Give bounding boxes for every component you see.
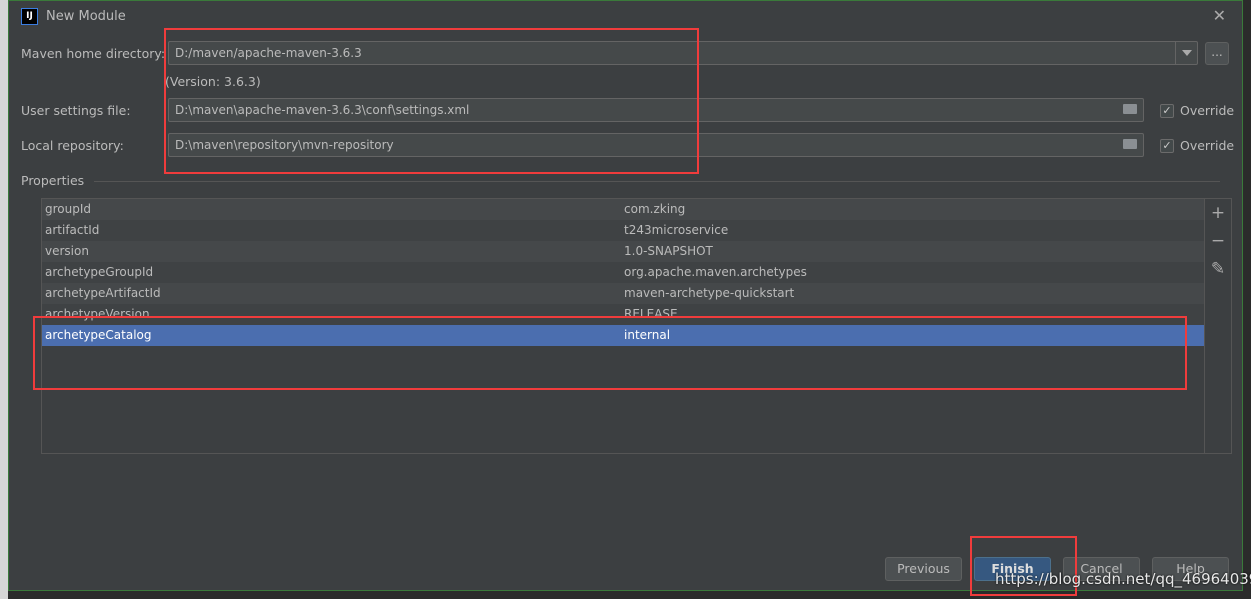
override-label: Override: [1180, 103, 1235, 118]
annotation-box: [164, 28, 699, 174]
property-value: com.zking: [624, 202, 686, 216]
background-window: [0, 0, 8, 599]
annotation-box: [33, 316, 1187, 390]
property-value: maven-archetype-quickstart: [624, 286, 795, 300]
table-row[interactable]: groupId com.zking: [42, 199, 1204, 220]
table-toolbar: + − ✎: [1205, 198, 1232, 454]
edit-icon[interactable]: ✎: [1205, 255, 1231, 283]
add-icon[interactable]: +: [1205, 199, 1231, 227]
table-row[interactable]: archetypeArtifactId maven-archetype-quick…: [42, 283, 1204, 304]
property-key: groupId: [45, 202, 92, 216]
checkbox-checked[interactable]: ✓: [1160, 138, 1174, 153]
previous-button[interactable]: Previous: [885, 557, 962, 581]
dialog-title: New Module: [46, 9, 126, 24]
user-settings-override[interactable]: ✓ Override: [1160, 103, 1234, 118]
property-value: t243microservice: [624, 223, 729, 237]
property-key: archetypeGroupId: [45, 265, 154, 279]
properties-section-label: Properties: [21, 173, 85, 188]
local-repo-override[interactable]: ✓ Override: [1160, 138, 1234, 153]
property-key: archetypeArtifactId: [45, 286, 161, 300]
remove-icon[interactable]: −: [1205, 227, 1231, 255]
folder-icon[interactable]: [1123, 139, 1137, 149]
close-icon[interactable]: ✕: [1213, 6, 1226, 25]
table-row[interactable]: version 1.0-SNAPSHOT: [42, 241, 1204, 262]
table-row[interactable]: archetypeGroupId org.apache.maven.archety…: [42, 262, 1204, 283]
browse-button[interactable]: ...: [1205, 42, 1229, 65]
property-key: version: [45, 244, 89, 258]
background-window-right: [1243, 0, 1251, 599]
user-settings-label: User settings file:: [21, 103, 131, 118]
maven-home-label: Maven home directory:: [21, 46, 166, 61]
property-value: org.apache.maven.archetypes: [624, 265, 807, 279]
intellij-logo-icon: IJ: [21, 8, 38, 25]
divider: [94, 181, 1220, 182]
title-bar: IJ New Module: [21, 8, 126, 25]
property-value: 1.0-SNAPSHOT: [624, 244, 713, 258]
local-repo-label: Local repository:: [21, 138, 124, 153]
override-label: Override: [1180, 138, 1235, 153]
property-key: artifactId: [45, 223, 100, 237]
checkbox-checked[interactable]: ✓: [1160, 103, 1174, 118]
table-row[interactable]: artifactId t243microservice: [42, 220, 1204, 241]
watermark: https://blog.csdn.net/qq_46964039: [995, 570, 1251, 588]
folder-icon[interactable]: [1123, 104, 1137, 114]
chevron-down-icon[interactable]: [1175, 42, 1197, 64]
